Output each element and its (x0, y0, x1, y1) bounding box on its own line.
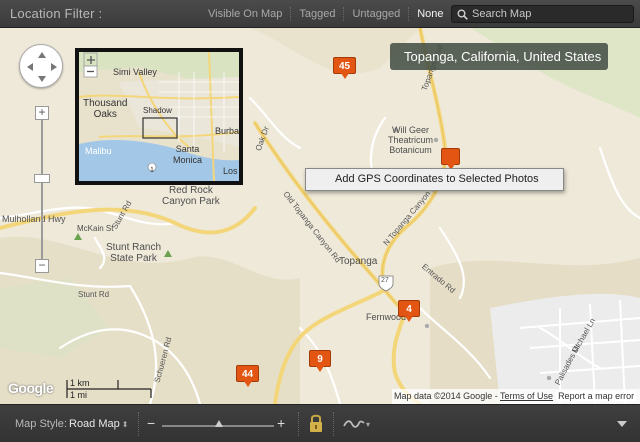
filter-tagged[interactable]: Tagged (290, 7, 343, 21)
inset-label-thousand-oaks: Thousand Oaks (83, 98, 128, 120)
map-zoom-in-button[interactable]: + (35, 106, 49, 120)
place-label-topanga: Topanga (339, 256, 378, 267)
road-label-mulholland: Mulholland Hwy (2, 214, 66, 224)
map-scale: 1 km 1 mi (66, 378, 152, 400)
toolbar-separator (138, 412, 139, 436)
chevron-down-icon[interactable]: ▾ (366, 420, 370, 429)
map-zoom-track[interactable] (41, 112, 43, 262)
pan-arrows-icon (27, 52, 57, 82)
photo-marker[interactable]: 44 (236, 365, 260, 387)
place-label-will-geer: Will Geer Theatricum Botanicum (388, 125, 434, 155)
google-logo: Google (8, 380, 54, 396)
route-shield-label: 27 (381, 277, 389, 284)
filter-untagged[interactable]: Untagged (343, 7, 408, 21)
zoom-slider-thumb[interactable] (215, 420, 224, 427)
filter-visible-on-map[interactable]: Visible On Map (200, 7, 290, 21)
pan-control[interactable] (19, 44, 63, 88)
search-placeholder: Search Map (472, 8, 532, 20)
inset-label-santa-monica: Santa Monica (173, 144, 203, 165)
location-filter-bar: Location Filter : Visible On Map Tagged … (0, 0, 640, 28)
overview-inset-map[interactable]: Simi Valley Thousand Oaks Shadow Burba S… (75, 48, 243, 185)
place-label-stunt-ranch: Stunt Ranch State Park (106, 242, 162, 264)
inset-route-label: 1 (150, 167, 154, 174)
map-toolbar: Map Style: Road Map ⬍ − + ▾ (0, 404, 640, 442)
panel-menu-arrow-icon[interactable] (617, 421, 627, 427)
zoom-in-button[interactable]: + (277, 415, 285, 431)
photo-marker-partial[interactable] (441, 148, 460, 170)
search-map-input[interactable]: Search Map (451, 5, 634, 23)
map-style-select[interactable]: Road Map ⬍ (69, 418, 128, 430)
terms-of-use-link[interactable]: Terms of Use (500, 391, 553, 401)
report-map-error-link[interactable]: Report a map error (556, 391, 637, 401)
scale-mi-label: 1 mi (70, 390, 88, 400)
toolbar-separator (333, 412, 334, 436)
inset-label-los: Los (223, 166, 238, 176)
zoom-out-button[interactable]: − (147, 415, 155, 431)
location-tooltip: Topanga, California, United States (390, 43, 608, 70)
context-menu: Add GPS Coordinates to Selected Photos (305, 168, 564, 191)
map-zoom-out-button[interactable]: − (35, 259, 49, 273)
filter-options: Visible On Map Tagged Untagged None (200, 0, 452, 28)
photo-marker[interactable]: 4 (398, 300, 420, 322)
search-icon (457, 9, 468, 20)
inset-label-burbank: Burba (215, 126, 240, 136)
toolbar-separator (298, 412, 299, 436)
place-label-mckain: McKain St (77, 224, 114, 233)
context-menu-add-gps[interactable]: Add GPS Coordinates to Selected Photos (335, 173, 539, 185)
map-style-value: Road Map (69, 418, 120, 430)
updown-arrows-icon: ⬍ (121, 420, 129, 429)
scale-km-label: 1 km (70, 378, 90, 388)
attribution-text: Map data ©2014 Google - (394, 391, 501, 401)
map-attribution: Map data ©2014 Google - Terms of Use Repo… (392, 389, 640, 404)
map-view[interactable]: Red Rock Canyon Park Will Geer Theatricu… (0, 28, 640, 404)
filter-none[interactable]: None (408, 7, 451, 21)
gps-tracklog-icon[interactable] (343, 418, 365, 430)
photo-marker[interactable]: 45 (333, 57, 357, 79)
inset-label-shadow: Shadow (143, 106, 172, 115)
photo-marker[interactable]: 9 (309, 350, 331, 372)
location-filter-label: Location Filter : (10, 6, 103, 21)
map-zoom-handle[interactable] (34, 174, 50, 183)
road-label-stunt-rd-2: Stunt Rd (78, 290, 110, 299)
map-style-label: Map Style: (15, 418, 67, 430)
lock-icon[interactable] (309, 413, 323, 433)
place-label-red-rock-canyon: Red Rock Canyon Park (162, 185, 220, 207)
inset-label-malibu: Malibu (85, 146, 112, 156)
inset-label-simi: Simi Valley (113, 67, 157, 77)
